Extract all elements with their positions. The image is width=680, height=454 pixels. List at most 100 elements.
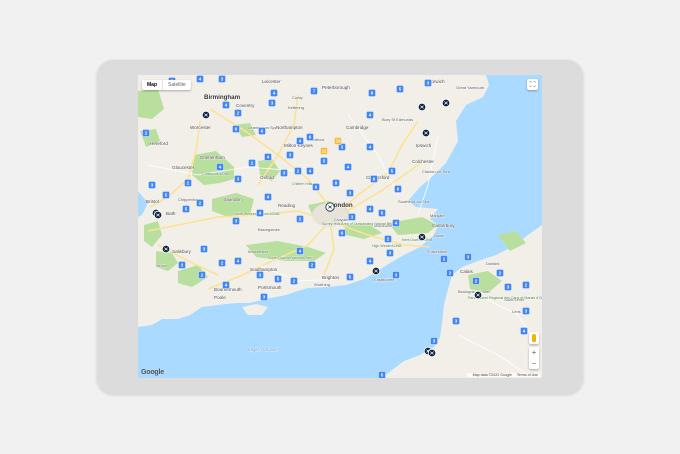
cluster-marker[interactable]: 2 (196, 199, 204, 207)
cluster-marker[interactable]: 3 (148, 181, 156, 189)
venue-marker[interactable] (441, 98, 451, 108)
cluster-marker[interactable]: 4 (264, 193, 272, 201)
cluster-marker[interactable]: 6 (258, 127, 266, 135)
cluster-marker[interactable]: 3 (260, 293, 268, 301)
cluster-marker[interactable]: 4 (222, 101, 230, 109)
cluster-marker[interactable]: 8 (332, 179, 340, 187)
cluster-marker[interactable]: 4 (366, 143, 374, 151)
cluster-marker[interactable]: 5 (378, 209, 386, 217)
cluster-marker[interactable]: 3 (386, 249, 394, 257)
cluster-marker-highlight[interactable]: 13 (334, 137, 342, 145)
map-view[interactable]: Birmingham Leicester Norwich Great Yarmouth… (138, 75, 542, 378)
venue-marker[interactable] (421, 128, 431, 138)
cluster-marker[interactable]: 2 (296, 215, 304, 223)
cluster-marker[interactable]: 6 (368, 89, 376, 97)
cluster-marker[interactable]: 4 (216, 163, 224, 171)
cluster-marker[interactable]: 6 (338, 229, 346, 237)
cluster-marker[interactable]: 2 (496, 269, 504, 277)
cluster-marker[interactable]: 3 (346, 189, 354, 197)
zoom-out-button[interactable]: − (532, 359, 537, 368)
venue-marker[interactable] (473, 290, 483, 300)
cluster-marker[interactable]: 4 (366, 257, 374, 265)
venue-marker[interactable] (427, 348, 437, 358)
cluster-marker[interactable]: 4 (270, 89, 278, 97)
cluster-marker[interactable]: 5 (162, 191, 170, 199)
cluster-marker[interactable]: 3 (424, 79, 432, 87)
pegman-icon[interactable] (529, 332, 539, 344)
cluster-marker[interactable]: 6 (370, 175, 378, 183)
cluster-marker[interactable]: 4 (392, 219, 400, 227)
cluster-marker[interactable]: 5 (396, 85, 404, 93)
venue-marker[interactable] (417, 102, 427, 112)
cluster-marker[interactable]: 6 (312, 183, 320, 191)
cluster-marker[interactable]: 3 (464, 253, 472, 261)
cluster-marker[interactable]: 3 (178, 261, 186, 269)
zoom-control[interactable]: + − (529, 347, 539, 369)
cluster-marker[interactable]: 3 (268, 99, 276, 107)
cluster-marker[interactable]: 4 (306, 167, 314, 175)
cluster-marker[interactable]: 2 (218, 259, 226, 267)
cluster-marker[interactable]: 3 (234, 175, 242, 183)
venue-marker[interactable] (201, 110, 211, 120)
venue-marker[interactable] (417, 232, 427, 242)
cluster-marker[interactable]: 4 (222, 281, 230, 289)
cluster-marker[interactable]: 3 (200, 245, 208, 253)
cluster-marker[interactable]: 5 (346, 273, 354, 281)
cluster-marker[interactable]: 2 (440, 255, 448, 263)
cluster-marker[interactable]: 2 (446, 269, 454, 277)
zoom-in-button[interactable]: + (532, 348, 537, 357)
cluster-marker[interactable]: 4 (366, 111, 374, 119)
fullscreen-icon[interactable]: ⛶ (527, 79, 538, 90)
cluster-marker[interactable]: 2 (308, 261, 316, 269)
cluster-marker[interactable]: 3 (348, 213, 356, 221)
cluster-marker[interactable]: 2 (142, 129, 150, 137)
cluster-marker[interactable]: 2 (290, 277, 298, 285)
cluster-marker[interactable]: 4 (296, 247, 304, 255)
map-type-satellite-button[interactable]: Satellite (162, 80, 191, 90)
map-type-map-button[interactable]: Map (142, 80, 162, 90)
map-type-control[interactable]: Map Satellite (142, 80, 191, 90)
cluster-marker[interactable]: 3 (218, 75, 226, 83)
cluster-marker[interactable]: 4 (366, 205, 374, 213)
london-venue-marker[interactable] (325, 202, 335, 212)
cluster-marker[interactable]: 5 (274, 275, 282, 283)
cluster-marker[interactable]: 4 (344, 163, 352, 171)
cluster-marker[interactable]: 6 (306, 133, 314, 141)
cluster-marker[interactable]: 7 (310, 87, 318, 95)
cluster-marker[interactable]: 5 (378, 371, 386, 378)
cluster-marker[interactable]: 3 (452, 317, 460, 325)
cluster-marker[interactable]: 4 (296, 137, 304, 145)
cluster-marker[interactable]: 4 (234, 257, 242, 265)
cluster-marker[interactable]: 5 (320, 157, 328, 165)
cluster-marker[interactable]: 3 (232, 217, 240, 225)
cluster-marker[interactable]: 2 (522, 281, 530, 289)
google-logo[interactable]: Google (141, 369, 164, 376)
cluster-marker[interactable]: 2 (472, 277, 480, 285)
cluster-marker[interactable]: 4 (264, 153, 272, 161)
cluster-marker[interactable]: 2 (234, 109, 242, 117)
cluster-marker[interactable]: 3 (280, 169, 288, 177)
venue-marker[interactable] (371, 266, 381, 276)
cluster-marker[interactable]: 2 (384, 235, 392, 243)
cluster-marker[interactable]: 3 (504, 283, 512, 291)
cluster-marker[interactable]: 6 (394, 185, 402, 193)
cluster-marker[interactable]: 3 (392, 271, 400, 279)
cluster-marker[interactable]: 2 (198, 271, 206, 279)
cluster-marker[interactable]: 5 (388, 167, 396, 175)
cluster-marker[interactable]: 3 (522, 307, 530, 315)
map-canvas[interactable]: BirminghamLeicester NorwichGreat Yarmouth… (138, 75, 542, 378)
venue-marker[interactable] (153, 210, 163, 220)
cluster-marker[interactable]: 3 (430, 337, 438, 345)
venue-marker[interactable] (161, 244, 171, 254)
cluster-marker[interactable]: 2 (248, 159, 256, 167)
cluster-marker-highlight[interactable]: 12 (320, 147, 328, 155)
cluster-marker[interactable]: 4 (196, 75, 204, 83)
terms-link[interactable]: Terms of Use (517, 373, 538, 377)
cluster-marker[interactable]: 6 (232, 125, 240, 133)
cluster-marker[interactable]: 3 (286, 151, 294, 159)
cluster-marker[interactable]: 3 (256, 271, 264, 279)
cluster-marker[interactable]: 4 (256, 209, 264, 217)
cluster-marker[interactable]: 4 (520, 327, 528, 335)
cluster-marker[interactable]: 2 (294, 167, 302, 175)
cluster-marker[interactable]: 2 (184, 179, 192, 187)
